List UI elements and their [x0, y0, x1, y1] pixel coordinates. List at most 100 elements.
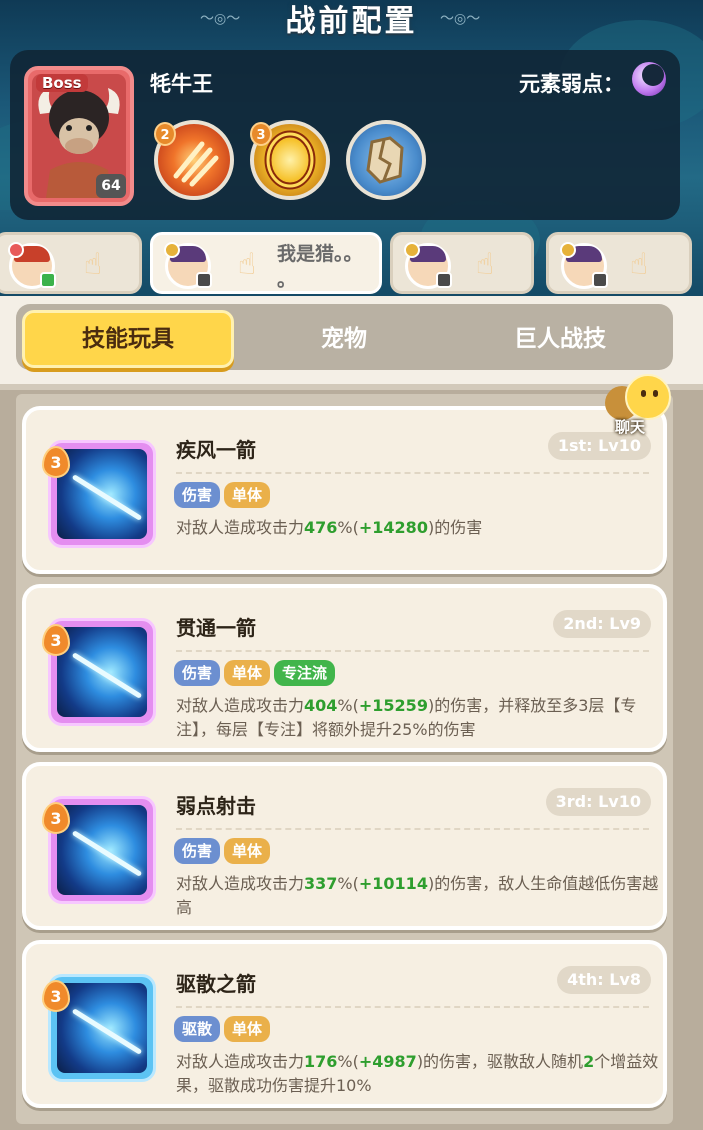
- tabs-section: 技能玩具 宠物 巨人战技: [0, 296, 703, 388]
- like-hand-icon[interactable]: ☝: [465, 245, 505, 285]
- boss-skill-cracked-rock[interactable]: [346, 120, 426, 200]
- weak-point-shot-icon: [57, 805, 147, 895]
- like-hand-icon[interactable]: ☝: [619, 245, 659, 285]
- desc-number: 476: [304, 518, 338, 537]
- desc-text: %(: [337, 696, 359, 715]
- skill-description: 对敌人造成攻击力476%(+14280)的伤害: [176, 516, 662, 540]
- piercing-arrow-icon: [57, 627, 147, 717]
- skill-name: 弱点射击: [176, 794, 256, 818]
- chat-button[interactable]: 聊天: [605, 372, 681, 438]
- divider: [176, 650, 649, 652]
- desc-number: 176: [304, 1052, 338, 1071]
- tab-giant-skills[interactable]: 巨人战技: [454, 310, 666, 368]
- dispel-arrow-icon: [57, 983, 147, 1073]
- skill-tag: 单体: [224, 660, 271, 686]
- device-badge-icon: [436, 272, 452, 288]
- teammate-avatar[interactable]: [8, 242, 56, 289]
- skill-tag: 单体: [224, 482, 271, 508]
- skill-tag: 专注流: [274, 660, 336, 686]
- divider: [176, 472, 649, 474]
- skill-tag: 伤害: [174, 838, 221, 864]
- chat-line: 我是猎。。: [277, 243, 363, 265]
- desc-number: 337: [304, 874, 338, 893]
- flame-badge-icon: [164, 242, 180, 258]
- skill-list[interactable]: 3 疾风一箭 1st: Lv10 伤害 单体 对敌人造成攻击力476%(+1428…: [16, 394, 673, 1124]
- teammate-avatar[interactable]: [164, 242, 212, 289]
- skill-tags: 驱散 单体: [174, 1016, 274, 1042]
- desc-text: 对敌人造成攻击力: [176, 874, 305, 893]
- boss-portrait[interactable]: Boss 64: [24, 66, 134, 206]
- skill-description: 对敌人造成攻击力176%(+4987)的伤害，驱散敌人随机2个增益效果，驱散成功…: [176, 1050, 662, 1098]
- skill-rank: 2nd: Lv9: [553, 610, 651, 638]
- skill-card[interactable]: 3 疾风一箭 1st: Lv10 伤害 单体 对敌人造成攻击力476%(+1428…: [22, 406, 667, 574]
- teammate-slot-2[interactable]: ☝ 我是猎。。 。: [150, 232, 382, 294]
- like-hand-icon[interactable]: ☝: [227, 245, 267, 285]
- flame-badge-icon: [560, 242, 576, 258]
- boss-skill-fire-ring[interactable]: 3: [250, 120, 330, 200]
- desc-number: 2: [583, 1052, 595, 1071]
- tab-pets[interactable]: 宠物: [238, 310, 450, 368]
- chat-line: 。: [277, 269, 297, 291]
- tab-skill-toys[interactable]: 技能玩具: [22, 310, 234, 368]
- tab-bar: 技能玩具 宠物 巨人战技: [16, 304, 673, 370]
- desc-text: )的伤害，驱散敌人随机: [416, 1052, 584, 1071]
- skill-level-badge: 3: [42, 446, 70, 478]
- desc-text: %(: [337, 1052, 359, 1071]
- skill-name: 驱散之箭: [176, 972, 256, 996]
- skill-tag: 单体: [224, 838, 271, 864]
- divider: [176, 1006, 649, 1008]
- element-weakness-label: 元素弱点：: [519, 72, 624, 96]
- skill-rank: 3rd: Lv10: [545, 788, 651, 816]
- skill-tag: 伤害: [174, 660, 221, 686]
- heart-badge-icon: [8, 242, 24, 258]
- gale-arrow-icon: [57, 449, 147, 539]
- skill-tags: 伤害 单体: [174, 482, 274, 508]
- boss-tag: Boss: [36, 74, 88, 92]
- skill-tags: 伤害 单体 专注流: [174, 660, 339, 686]
- skill-card[interactable]: 3 贯通一箭 2nd: Lv9 伤害 单体 专注流 对敌人造成攻击力404%(+15…: [22, 584, 667, 752]
- flame-badge-icon: [404, 242, 420, 258]
- boss-skill-level-badge: 2: [154, 122, 176, 146]
- desc-text: 对敌人造成攻击力: [176, 1052, 305, 1071]
- desc-text: %(: [337, 518, 359, 537]
- skill-card[interactable]: 3 弱点射击 3rd: Lv10 伤害 单体 对敌人造成攻击力337%(+1011…: [22, 762, 667, 930]
- skill-rank: 4th: Lv8: [557, 966, 651, 994]
- tab-divider: [0, 384, 703, 390]
- desc-number: 404: [304, 696, 338, 715]
- teammate-slot-4[interactable]: ☝: [546, 232, 692, 294]
- desc-text: 对敌人造成攻击力: [176, 518, 305, 537]
- cracked-rock-icon: [366, 136, 404, 184]
- skill-tag: 伤害: [174, 482, 221, 508]
- skill-level-badge: 3: [42, 624, 70, 656]
- moon-icon[interactable]: [632, 62, 666, 96]
- skill-tags: 伤害 单体: [174, 838, 274, 864]
- teammate-chat-text: 我是猎。。 。: [277, 241, 377, 291]
- skill-tag: 驱散: [174, 1016, 221, 1042]
- chat-mascot-icon: [625, 374, 671, 420]
- desc-number: +10114: [358, 874, 428, 893]
- page-title: 战前配置: [285, 4, 418, 39]
- skill-level-badge: 3: [42, 802, 70, 834]
- skill-level-badge: 3: [42, 980, 70, 1012]
- teammate-slot-1[interactable]: ☝: [0, 232, 142, 294]
- battle-scene-background: 〜◎〜 〜◎〜 战前配置 Boss 64 牦牛王 元素弱点： 2 3 ☝ ☝ 我…: [0, 0, 703, 296]
- skill-name: 贯通一箭: [176, 616, 256, 640]
- desc-number: +14280: [358, 518, 428, 537]
- skill-description: 对敌人造成攻击力404%(+15259)的伤害，并释放至多3层【专注】，每层【专…: [176, 694, 662, 742]
- boss-name: 牦牛王: [150, 72, 213, 96]
- boss-info-panel: Boss 64 牦牛王 元素弱点： 2 3: [10, 50, 680, 220]
- device-badge-icon: [592, 272, 608, 288]
- skill-card[interactable]: 3 驱散之箭 4th: Lv8 驱散 单体 对敌人造成攻击力176%(+4987)…: [22, 940, 667, 1108]
- divider: [176, 828, 649, 830]
- desc-number: +4987: [358, 1052, 417, 1071]
- teammate-avatar[interactable]: [560, 242, 608, 289]
- like-hand-icon[interactable]: ☝: [73, 245, 113, 285]
- device-badge-icon: [40, 272, 56, 288]
- desc-text: )的伤害: [427, 518, 483, 537]
- skill-tag: 单体: [224, 1016, 271, 1042]
- boss-skill-fire-claw[interactable]: 2: [154, 120, 234, 200]
- teammate-slot-3[interactable]: ☝: [390, 232, 534, 294]
- teammate-avatar[interactable]: [404, 242, 452, 289]
- chat-label: 聊天: [615, 418, 646, 436]
- skill-description: 对敌人造成攻击力337%(+10114)的伤害，敌人生命值越低伤害越高: [176, 872, 662, 920]
